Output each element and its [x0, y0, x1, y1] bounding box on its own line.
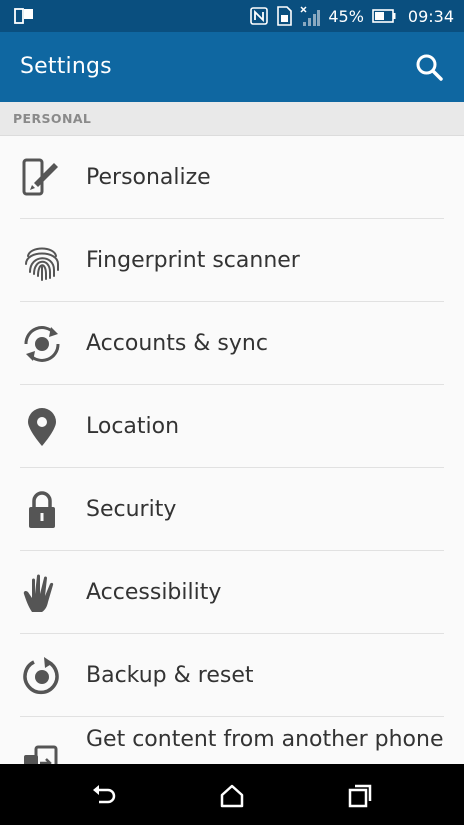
- app-bar: Settings: [0, 32, 464, 102]
- recents-icon[interactable]: [346, 782, 374, 810]
- location-pin-icon: [28, 408, 56, 446]
- sim-icon: [277, 6, 293, 26]
- page-title: Settings: [20, 54, 112, 79]
- clock: 09:34: [407, 6, 454, 26]
- lock-icon: [29, 491, 55, 528]
- settings-item-label: Accessibility: [86, 580, 222, 605]
- settings-item-backup-reset[interactable]: Backup & reset: [0, 634, 464, 717]
- search-icon[interactable]: [414, 52, 444, 82]
- signal-off-icon: [300, 6, 321, 26]
- settings-item-label: Location: [86, 414, 180, 439]
- personalize-icon: [22, 158, 58, 196]
- settings-item-label: Accounts & sync: [86, 331, 268, 356]
- battery-percent: 45%: [328, 6, 364, 26]
- settings-item-label: Fingerprint scanner: [86, 248, 300, 273]
- settings-item-label: Backup & reset: [86, 663, 254, 688]
- battery-icon: [372, 9, 396, 23]
- home-icon[interactable]: [218, 782, 246, 810]
- settings-item-security[interactable]: Security: [0, 468, 464, 551]
- status-bar: 45% 09:34: [0, 0, 464, 32]
- settings-item-accessibility[interactable]: Accessibility: [0, 551, 464, 634]
- settings-list: Personalize Fingerprint scanner Accounts…: [0, 136, 464, 764]
- hand-icon: [23, 574, 54, 612]
- sync-icon: [24, 326, 60, 362]
- section-label: PERSONAL: [13, 111, 92, 126]
- settings-item-fingerprint[interactable]: Fingerprint scanner: [0, 219, 464, 302]
- section-header: PERSONAL: [0, 102, 464, 136]
- backup-icon: [23, 657, 59, 695]
- settings-item-location[interactable]: Location: [0, 385, 464, 468]
- settings-item-accounts-sync[interactable]: Accounts & sync: [0, 302, 464, 385]
- fingerprint-icon: [25, 247, 59, 281]
- dual-window-icon: [14, 8, 33, 24]
- settings-item-label: Get content from another phone: [86, 727, 444, 752]
- settings-item-get-content[interactable]: Get content from another phone: [0, 717, 464, 764]
- settings-item-personalize[interactable]: Personalize: [0, 136, 464, 219]
- settings-item-label: Personalize: [86, 165, 211, 190]
- nfc-icon: [250, 7, 269, 25]
- settings-item-label: Security: [86, 497, 177, 522]
- back-icon[interactable]: [90, 782, 118, 810]
- transfer-phone-icon: [24, 745, 58, 764]
- navigation-bar: [0, 764, 464, 825]
